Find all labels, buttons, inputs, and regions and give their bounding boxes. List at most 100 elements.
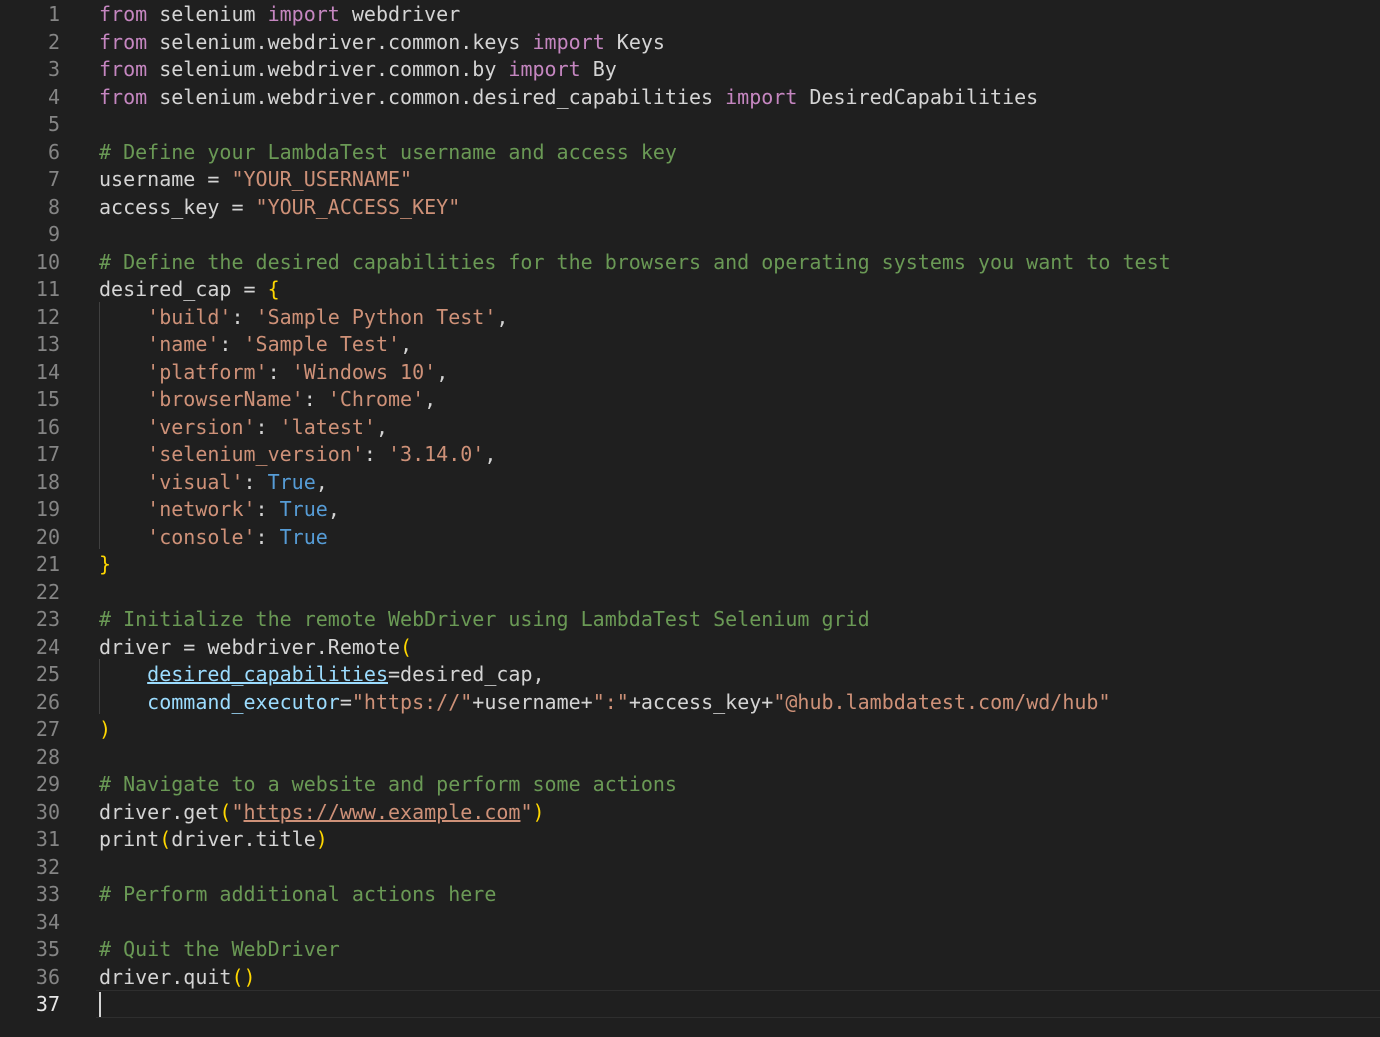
line-code: from selenium.webdriver.common.desired_c… — [99, 84, 1038, 112]
code-token: , — [400, 332, 413, 356]
code-line[interactable]: 11 desired_cap = { — [0, 276, 1380, 304]
code-token: driver.title — [171, 827, 316, 851]
code-line[interactable]: 31 print(driver.title) — [0, 826, 1380, 854]
line-code: access_key = "YOUR_ACCESS_KEY" — [99, 194, 460, 222]
line-code: print(driver.title) — [99, 826, 328, 854]
code-line[interactable]: 25 desired_capabilities=desired_cap, — [0, 661, 1380, 689]
line-number: 4 — [47, 84, 60, 109]
code-token: , — [375, 414, 389, 439]
line-code: 'build': 'Sample Python Test', — [99, 304, 508, 332]
code-line[interactable]: 35 # Quit the WebDriver — [0, 936, 1380, 964]
code-token: 'network' — [147, 497, 256, 521]
line-code: } — [99, 551, 111, 579]
line-code: desired_cap = { — [99, 276, 280, 304]
code-token: 'platform' — [147, 359, 268, 384]
code-token: ( — [159, 827, 172, 851]
line-code: # Quit the WebDriver — [99, 936, 340, 964]
code-line[interactable]: 6 # Define your LambdaTest username and a… — [0, 139, 1380, 167]
code-token: "YOUR_ACCESS_KEY" — [255, 194, 461, 219]
code-line[interactable]: 20 'console': True — [0, 524, 1380, 552]
code-token: , — [315, 469, 328, 494]
code-line[interactable]: 5 — [0, 111, 1380, 139]
line-number: 10 — [35, 249, 60, 274]
code-line[interactable]: 23 # Initialize the remote WebDriver usin… — [0, 606, 1380, 634]
code-token: =desired_cap, — [388, 662, 545, 686]
code-token: from — [99, 57, 148, 81]
code-line[interactable]: 1 from selenium import webdriver — [0, 1, 1380, 29]
code-line[interactable]: 4 from selenium.webdriver.common.desired_… — [0, 84, 1380, 112]
code-line[interactable]: 16 'version': 'latest', — [0, 414, 1380, 442]
code-line[interactable]: 12 'build': 'Sample Python Test', — [0, 304, 1380, 332]
line-number: 12 — [35, 304, 60, 329]
line-code: from selenium.webdriver.common.keys impo… — [99, 29, 665, 57]
line-number: 5 — [47, 112, 60, 136]
code-token: command_executor — [147, 689, 340, 714]
line-number: 3 — [47, 57, 60, 81]
code-token: : — [255, 524, 280, 549]
code-line[interactable]: 28 — [0, 744, 1380, 772]
code-line[interactable]: 2 from selenium.webdriver.common.keys imp… — [0, 29, 1380, 57]
code-line[interactable]: 10 # Define the desired capabilities for … — [0, 249, 1380, 277]
line-number: 15 — [35, 387, 60, 411]
code-line[interactable]: 22 — [0, 579, 1380, 607]
code-line[interactable]: 24 driver = webdriver.Remote( — [0, 634, 1380, 662]
line-number: 16 — [35, 414, 60, 439]
code-line[interactable]: 27) — [0, 716, 1380, 744]
line-number: 18 — [35, 469, 60, 494]
code-token: selenium.webdriver.common.desired_capabi… — [147, 84, 726, 109]
code-token: True — [267, 469, 316, 494]
code-line[interactable]: 21} — [0, 551, 1380, 579]
code-token: : — [219, 332, 244, 356]
code-token: , — [496, 304, 509, 329]
code-line[interactable]: 18 'visual': True, — [0, 469, 1380, 497]
code-token: '3.14.0' — [388, 442, 485, 466]
code-token: # Define the desired capabilities for th… — [99, 249, 1171, 274]
code-token: driver.get — [99, 799, 220, 824]
line-number: 6 — [47, 139, 60, 164]
code-line[interactable]: 15 'browserName': 'Chrome', — [0, 386, 1380, 414]
code-line[interactable]: 34 — [0, 909, 1380, 937]
code-line[interactable]: 3 from selenium.webdriver.common.by impor… — [0, 56, 1380, 84]
code-token: from — [99, 84, 148, 109]
line-number: 37 — [35, 992, 60, 1016]
code-line[interactable]: 33 # Perform additional actions here — [0, 881, 1380, 909]
line-number: 33 — [35, 882, 60, 906]
code-editor[interactable]: 1 from selenium import webdriver 2 from sel… — [0, 0, 1380, 1037]
code-line[interactable]: 17 'selenium_version': '3.14.0', — [0, 441, 1380, 469]
line-code: # Define your LambdaTest username and ac… — [99, 139, 677, 167]
line-number: 20 — [35, 524, 60, 549]
line-number: 25 — [35, 662, 60, 686]
code-token: : — [363, 442, 389, 466]
code-line[interactable]: 32 — [0, 854, 1380, 882]
code-line[interactable]: 26 command_executor="https://"+username+… — [0, 689, 1380, 717]
line-code: 'selenium_version': '3.14.0', — [99, 441, 496, 469]
code-token: () — [231, 964, 256, 989]
code-token: ( — [219, 799, 232, 824]
line-number: 28 — [35, 744, 60, 769]
code-line[interactable]: 13 'name': 'Sample Test', — [0, 331, 1380, 359]
code-line[interactable]: 37 — [0, 991, 1380, 1019]
code-line[interactable]: 29 # Navigate to a website and perform so… — [0, 771, 1380, 799]
code-line[interactable]: 36 driver.quit() — [0, 964, 1380, 992]
code-line[interactable]: 30 driver.get("https://www.example.com") — [0, 799, 1380, 827]
line-number: 31 — [35, 827, 60, 851]
code-line[interactable]: 8 access_key = "YOUR_ACCESS_KEY" — [0, 194, 1380, 222]
code-token: access_key = — [99, 194, 256, 219]
code-line[interactable]: 9 — [0, 221, 1380, 249]
code-line[interactable]: 7 username = "YOUR_USERNAME" — [0, 166, 1380, 194]
code-token: 'Windows 10' — [291, 359, 437, 384]
line-number: 14 — [35, 359, 60, 384]
code-token: , — [436, 359, 449, 384]
code-token: selenium.webdriver.common.keys — [147, 29, 533, 54]
line-number: 8 — [47, 194, 60, 219]
code-line[interactable]: 14 'platform': 'Windows 10', — [0, 359, 1380, 387]
line-number: 17 — [35, 442, 60, 466]
line-number: 35 — [35, 937, 60, 961]
code-token: # Perform additional actions here — [99, 882, 497, 906]
code-token: : — [255, 414, 280, 439]
code-line[interactable]: 19 'network': True, — [0, 496, 1380, 524]
code-token: from — [99, 2, 148, 26]
